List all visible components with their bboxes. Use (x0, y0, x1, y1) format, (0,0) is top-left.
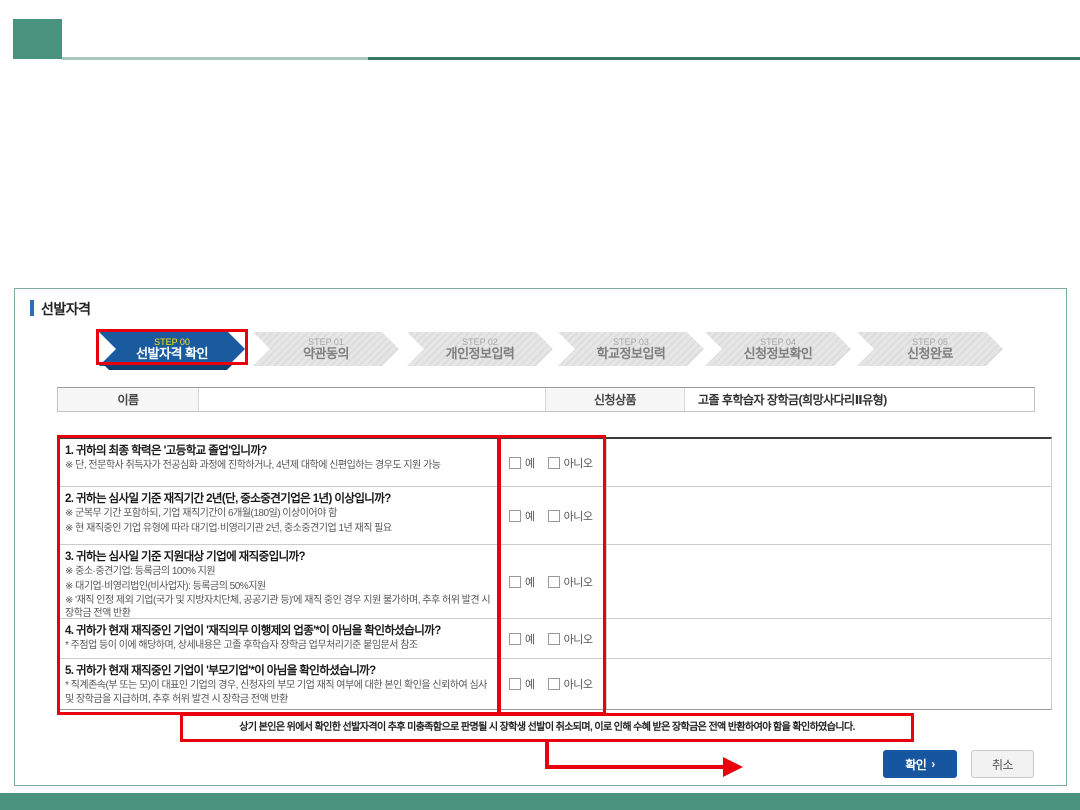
title-accent-bar (30, 300, 34, 316)
footer-bar (0, 793, 1080, 810)
no-checkbox[interactable]: 아니오 (548, 631, 593, 647)
question-title: 4. 귀하가 현재 재직중인 기업이 '재직의무 이행제외 업종'*이 아님을 … (65, 624, 492, 638)
question-cell: 1. 귀하의 최종 학력은 '고등학교 졸업'입니까? ※ 단, 전문학사 취득… (60, 439, 501, 486)
confirmation-statement: 상기 본인은 위에서 확인한 선발자격이 추후 미충족함으로 판명될 시 장학생… (180, 714, 914, 742)
step-label: 신청완료 (907, 347, 953, 362)
checkbox-icon[interactable] (509, 576, 521, 588)
checkbox-icon[interactable] (548, 678, 560, 690)
cancel-button-label: 취소 (992, 756, 1013, 773)
yes-checkbox[interactable]: 예 (509, 631, 535, 647)
qualification-question-table: 1. 귀하의 최종 학력은 '고등학교 졸업'입니까? ※ 단, 전문학사 취득… (59, 437, 1052, 710)
header-divider-dark (368, 57, 1080, 60)
chevron-right-icon: › (931, 757, 935, 771)
step-01-terms: STEP 01 약관동의 (253, 332, 399, 366)
answer-cell: 예 아니오 (501, 439, 607, 486)
question-note: ※ 대기업·비영리법인(비사업자): 등록금의 50%지원 (65, 580, 492, 593)
empty-cell (607, 659, 1051, 709)
no-checkbox[interactable]: 아니오 (548, 676, 593, 692)
question-row-1: 1. 귀하의 최종 학력은 '고등학교 졸업'입니까? ※ 단, 전문학사 취득… (60, 439, 1051, 487)
answer-cell: 예 아니오 (501, 487, 607, 544)
no-label: 아니오 (564, 631, 593, 647)
yes-label: 예 (525, 508, 535, 524)
no-label: 아니오 (564, 455, 593, 471)
yes-checkbox[interactable]: 예 (509, 574, 535, 590)
step-05-complete: STEP 05 신청완료 (857, 332, 1003, 366)
yes-label: 예 (525, 455, 535, 471)
checkbox-icon[interactable] (548, 633, 560, 645)
red-arrow-horizontal-line (545, 765, 725, 769)
answer-cell: 예 아니오 (501, 619, 607, 658)
page-title: 선발자격 (41, 299, 91, 319)
step-label: 약관동의 (303, 347, 349, 362)
step-04-application-check: STEP 04 신청정보확인 (705, 332, 851, 366)
question-title: 3. 귀하는 심사일 기준 지원대상 기업에 재직중입니까? (65, 550, 492, 564)
no-checkbox[interactable]: 아니오 (548, 508, 593, 524)
yes-label: 예 (525, 631, 535, 647)
question-cell: 5. 귀하가 현재 재직중인 기업이 '부모기업'*이 아님을 확인하셨습니까?… (60, 659, 501, 709)
cancel-button[interactable]: 취소 (971, 750, 1034, 778)
question-title: 2. 귀하는 심사일 기준 재직기간 2년(단, 중소중견기업은 1년) 이상입… (65, 492, 492, 506)
yes-label: 예 (525, 574, 535, 590)
question-row-4: 4. 귀하가 현재 재직중인 기업이 '재직의무 이행제외 업종'*이 아님을 … (60, 619, 1051, 659)
question-row-3: 3. 귀하는 심사일 기준 지원대상 기업에 재직중입니까? ※ 중소·중견기업… (60, 545, 1051, 619)
no-label: 아니오 (564, 574, 593, 590)
step-02-personal-info: STEP 02 개인정보입력 (407, 332, 553, 366)
yes-label: 예 (525, 676, 535, 692)
step-03-school-info: STEP 03 학교정보입력 (558, 332, 704, 366)
checkbox-icon[interactable] (509, 510, 521, 522)
question-title: 5. 귀하가 현재 재직중인 기업이 '부모기업'*이 아님을 확인하셨습니까? (65, 664, 492, 678)
brand-logo-block (13, 19, 62, 59)
question-cell: 4. 귀하가 현재 재직중인 기업이 '재직의무 이행제외 업종'*이 아님을 … (60, 619, 501, 658)
no-checkbox[interactable]: 아니오 (548, 574, 593, 590)
checkbox-icon[interactable] (509, 678, 521, 690)
yes-checkbox[interactable]: 예 (509, 508, 535, 524)
red-arrowhead-icon (723, 757, 743, 777)
question-cell: 3. 귀하는 심사일 기준 지원대상 기업에 재직중입니까? ※ 중소·중견기업… (60, 545, 501, 618)
header-divider-light (62, 57, 368, 60)
question-note: ※ 중소·중견기업: 등록금의 100% 지원 (65, 565, 492, 578)
step-label: 개인정보입력 (446, 347, 515, 362)
checkbox-icon[interactable] (548, 457, 560, 469)
empty-cell (607, 487, 1051, 544)
name-value (199, 388, 546, 411)
question-note: ※ '재직 인정 제외 기업(국가 및 지방자치단체, 공공기관 등)'에 재직… (65, 594, 492, 620)
step-label: 선발자격 확인 (136, 347, 208, 362)
name-header: 이름 (58, 388, 199, 411)
checkbox-icon[interactable] (548, 576, 560, 588)
answer-cell: 예 아니오 (501, 545, 607, 618)
yes-checkbox[interactable]: 예 (509, 455, 535, 471)
step-00-selection-check: STEP 00 선발자격 확인 (99, 332, 245, 366)
active-step-fold (104, 365, 232, 370)
confirm-button-label: 확인 (905, 756, 926, 773)
empty-cell (607, 619, 1051, 658)
no-label: 아니오 (564, 676, 593, 692)
no-label: 아니오 (564, 508, 593, 524)
question-note: ※ 군복무 기간 포함하되, 기업 재직기간이 6개월(180일) 이상이어야 … (65, 507, 492, 520)
step-label: 학교정보입력 (597, 347, 666, 362)
product-header: 신청상품 (546, 388, 685, 411)
question-title: 1. 귀하의 최종 학력은 '고등학교 졸업'입니까? (65, 444, 492, 458)
question-cell: 2. 귀하는 심사일 기준 재직기간 2년(단, 중소중견기업은 1년) 이상입… (60, 487, 501, 544)
yes-checkbox[interactable]: 예 (509, 676, 535, 692)
question-note: ※ 현 재직중인 기업 유형에 따라 대기업·비영리기관 2년, 중소중견기업 … (65, 522, 492, 535)
no-checkbox[interactable]: 아니오 (548, 455, 593, 471)
question-note: ※ 단, 전문학사 취득자가 전공심화 과정에 진학하거나, 4년제 대학에 신… (65, 459, 492, 472)
checkbox-icon[interactable] (509, 457, 521, 469)
question-row-2: 2. 귀하는 심사일 기준 재직기간 2년(단, 중소중견기업은 1년) 이상입… (60, 487, 1051, 545)
empty-cell (607, 545, 1051, 618)
answer-cell: 예 아니오 (501, 659, 607, 709)
product-value: 고졸 후학습자 장학금(희망사다리Ⅱ유형) (685, 388, 1034, 411)
question-row-5: 5. 귀하가 현재 재직중인 기업이 '부모기업'*이 아님을 확인하셨습니까?… (60, 659, 1051, 709)
question-note: * 주점업 등이 이에 해당하며, 상세내용은 고졸 후학습자 장학금 업무처리… (65, 639, 492, 652)
confirm-button[interactable]: 확인 › (883, 750, 957, 778)
step-label: 신청정보확인 (744, 347, 813, 362)
question-note: * 직계존속(부 또는 모)이 대표인 기업의 경우, 신청자의 부모 기업 재… (65, 679, 492, 705)
checkbox-icon[interactable] (509, 633, 521, 645)
empty-cell (607, 439, 1051, 486)
checkbox-icon[interactable] (548, 510, 560, 522)
applicant-info-table: 이름 신청상품 고졸 후학습자 장학금(희망사다리Ⅱ유형) (57, 387, 1035, 412)
